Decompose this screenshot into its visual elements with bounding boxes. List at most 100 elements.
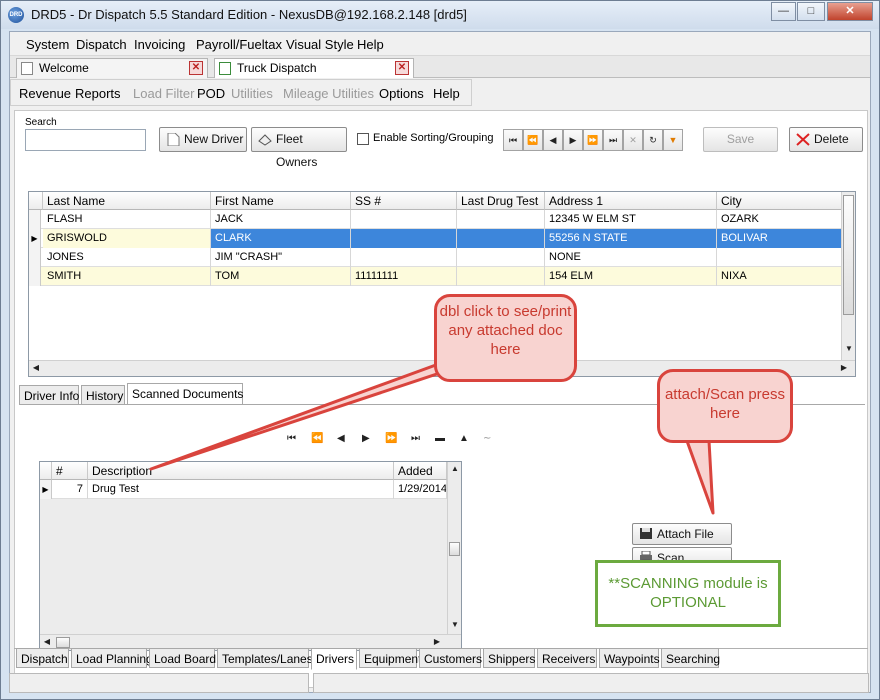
maximize-button[interactable]: □ [797, 2, 825, 21]
cell-city[interactable]: BOLIVAR [717, 229, 843, 248]
tab-load-board[interactable]: Load Board [149, 648, 216, 668]
first-doc-icon[interactable]: ⏮ [287, 433, 296, 444]
cell-last-name[interactable]: JONES [43, 248, 211, 267]
tab-history[interactable]: History [81, 385, 125, 405]
submenu-revenue[interactable]: Revenue [19, 86, 71, 101]
first-record-icon[interactable]: ⏮ [503, 129, 523, 151]
enable-sorting-checkbox[interactable] [357, 133, 369, 145]
tab-load-planning[interactable]: Load Planning [71, 648, 153, 668]
scroll-down-icon[interactable]: ▼ [842, 344, 855, 353]
submenu-help[interactable]: Help [433, 86, 460, 101]
scroll-left-icon[interactable]: ◀ [42, 637, 52, 646]
prior-page-icon[interactable]: ⏪ [523, 129, 543, 151]
search-input[interactable] [25, 129, 146, 151]
next-record-icon[interactable]: ▶ [563, 129, 583, 151]
docs-vertical-scrollbar[interactable]: ▲ ▼ [447, 462, 461, 634]
cell-last-drug-test[interactable] [457, 210, 545, 229]
table-row[interactable]: SMITH TOM 11111111 154 ELM NIXA MO [29, 267, 855, 286]
prior-doc-icon[interactable]: ◀ [337, 433, 345, 444]
attach-file-button[interactable]: Attach File [632, 523, 732, 545]
last-doc-icon[interactable]: ⏭ [411, 433, 420, 444]
tab-waypoints[interactable]: Waypoints [599, 648, 660, 668]
cell-ss[interactable] [351, 248, 457, 267]
scroll-thumb[interactable] [56, 637, 70, 648]
cell-doc-description[interactable]: Drug Test [88, 480, 394, 499]
cell-first-name[interactable]: JACK [211, 210, 351, 229]
cell-ss[interactable] [351, 210, 457, 229]
col-header-description[interactable]: Description [88, 462, 394, 480]
submenu-options[interactable]: Options [379, 86, 424, 101]
list-item[interactable]: ▶ 7 Drug Test 1/29/2014 [40, 480, 447, 499]
prior-page-doc-icon[interactable]: ⏪ [311, 433, 323, 444]
close-window-button[interactable]: ✕ [827, 2, 873, 21]
tab-dispatch[interactable]: Dispatch [16, 648, 69, 668]
doc-tab-truck-dispatch[interactable]: Truck Dispatch ✕ [214, 58, 414, 78]
filter-icon[interactable]: ▼ [663, 129, 683, 151]
tab-customers[interactable]: Customers [419, 648, 482, 668]
tab-drivers[interactable]: Drivers [311, 648, 357, 670]
doc-tab-welcome[interactable]: Welcome ✕ [16, 58, 208, 78]
post-doc-icon[interactable]: ▲ [459, 433, 469, 444]
cell-last-drug-test[interactable] [457, 267, 545, 286]
cell-last-drug-test[interactable] [457, 229, 545, 248]
tab-scanned-documents[interactable]: Scanned Documents [127, 383, 243, 405]
cell-first-name[interactable]: TOM [211, 267, 351, 286]
delete-button[interactable]: Delete [789, 127, 863, 152]
col-header-first-name[interactable]: First Name [211, 192, 351, 210]
close-tab-icon[interactable]: ✕ [395, 61, 409, 75]
cell-last-name[interactable]: GRISWOLD [43, 229, 211, 248]
scroll-thumb[interactable] [843, 195, 854, 315]
cell-ss[interactable]: 11111111 [351, 267, 457, 286]
tab-equipment[interactable]: Equipment [359, 648, 421, 668]
menu-dispatch[interactable]: Dispatch [76, 37, 127, 52]
col-header-last-drug-test[interactable]: Last Drug Test [457, 192, 545, 210]
grid-vertical-scrollbar[interactable]: ▼ [841, 192, 855, 360]
menu-invoicing[interactable]: Invoicing [134, 37, 185, 52]
cell-city[interactable] [717, 248, 843, 267]
tab-receivers[interactable]: Receivers [537, 648, 597, 668]
table-row[interactable]: JONES JIM "CRASH" NONE [29, 248, 843, 267]
cell-address[interactable]: NONE [545, 248, 717, 267]
cell-doc-added[interactable]: 1/29/2014 [394, 480, 447, 499]
table-row[interactable]: FLASH JACK 12345 W ELM ST OZARK MO [29, 210, 855, 229]
cell-city[interactable]: OZARK [717, 210, 843, 229]
fleet-owners-button[interactable]: Fleet Owners [251, 127, 347, 169]
scroll-left-icon[interactable]: ◀ [31, 363, 41, 372]
scroll-thumb[interactable] [449, 542, 460, 556]
col-header-ss[interactable]: SS # [351, 192, 457, 210]
refresh-icon[interactable]: ↻ [643, 129, 663, 151]
submenu-pod[interactable]: POD [197, 86, 225, 101]
close-tab-icon[interactable]: ✕ [189, 61, 203, 75]
minimize-button[interactable]: — [771, 2, 796, 21]
scroll-right-icon[interactable]: ▶ [432, 637, 442, 646]
cell-first-name[interactable]: JIM "CRASH" [211, 248, 351, 267]
tab-shippers[interactable]: Shippers [483, 648, 535, 668]
table-row-selected[interactable]: ▶ GRISWOLD CLARK 55256 N STATE BOLIVAR M… [29, 229, 855, 248]
col-header-city[interactable]: City [717, 192, 843, 210]
new-driver-button[interactable]: New Driver [159, 127, 247, 152]
cell-address[interactable]: 154 ELM [545, 267, 717, 286]
cell-last-name[interactable]: FLASH [43, 210, 211, 229]
menu-system[interactable]: System [26, 37, 69, 52]
cell-address[interactable]: 12345 W ELM ST [545, 210, 717, 229]
cell-doc-number[interactable]: 7 [52, 480, 88, 499]
cell-last-name[interactable]: SMITH [43, 267, 211, 286]
tab-searching[interactable]: Searching [661, 648, 720, 668]
cell-ss[interactable] [351, 229, 457, 248]
cell-city[interactable]: NIXA [717, 267, 843, 286]
col-header-address[interactable]: Address 1 [545, 192, 717, 210]
last-record-icon[interactable]: ⏭ [603, 129, 623, 151]
prior-record-icon[interactable]: ◀ [543, 129, 563, 151]
next-page-doc-icon[interactable]: ⏩ [385, 433, 397, 444]
scroll-down-icon[interactable]: ▼ [448, 620, 462, 629]
col-header-added[interactable]: Added [394, 462, 447, 480]
menu-help[interactable]: Help [357, 37, 384, 52]
next-page-icon[interactable]: ⏩ [583, 129, 603, 151]
cell-last-drug-test[interactable] [457, 248, 545, 267]
menu-visual-style[interactable]: Visual Style [286, 37, 354, 52]
cell-first-name[interactable]: CLARK [211, 229, 351, 248]
tab-templates-lanes[interactable]: Templates/Lanes [217, 648, 313, 668]
submenu-reports[interactable]: Reports [75, 86, 121, 101]
delete-doc-icon[interactable]: ▬ [435, 433, 445, 444]
menu-payroll-fueltax[interactable]: Payroll/Fueltax [196, 37, 282, 52]
